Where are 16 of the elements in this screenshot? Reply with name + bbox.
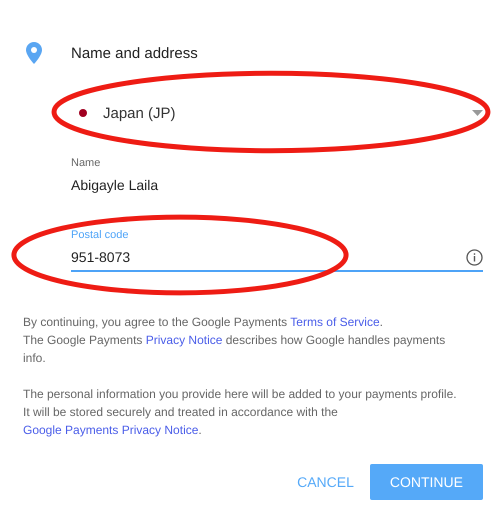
- location-pin-icon: [26, 42, 42, 64]
- legal-link[interactable]: Google Payments Privacy Notice: [23, 423, 198, 437]
- field-label: Postal code: [71, 229, 130, 242]
- name-field[interactable]: Name Abigayle Laila: [71, 157, 483, 200]
- section-title: Name and address: [71, 44, 199, 64]
- dropdown-caret-icon: [472, 110, 483, 116]
- legal-link[interactable]: Privacy Notice: [146, 333, 222, 347]
- field-label: Name: [71, 157, 102, 170]
- postal-code-field[interactable]: Postal code 951-8073: [71, 229, 483, 272]
- field-value: 951-8073: [71, 249, 130, 266]
- field-value: Abigayle Laila: [71, 177, 158, 194]
- legal-link[interactable]: Terms of Service: [290, 315, 380, 329]
- info-icon[interactable]: [466, 249, 483, 266]
- legal-paragraph: By continuing, you agree to the Google Payments Terms of Service.: [23, 314, 384, 331]
- legal-paragraph: The personal information you provide here will be added to your payments profile. It will be stored securely and treated in accordance with the Google Payments Privacy Notice.: [23, 386, 458, 439]
- legal-paragraph: The Google Payments Privacy Notice describes how Google handles payments info.: [23, 332, 446, 367]
